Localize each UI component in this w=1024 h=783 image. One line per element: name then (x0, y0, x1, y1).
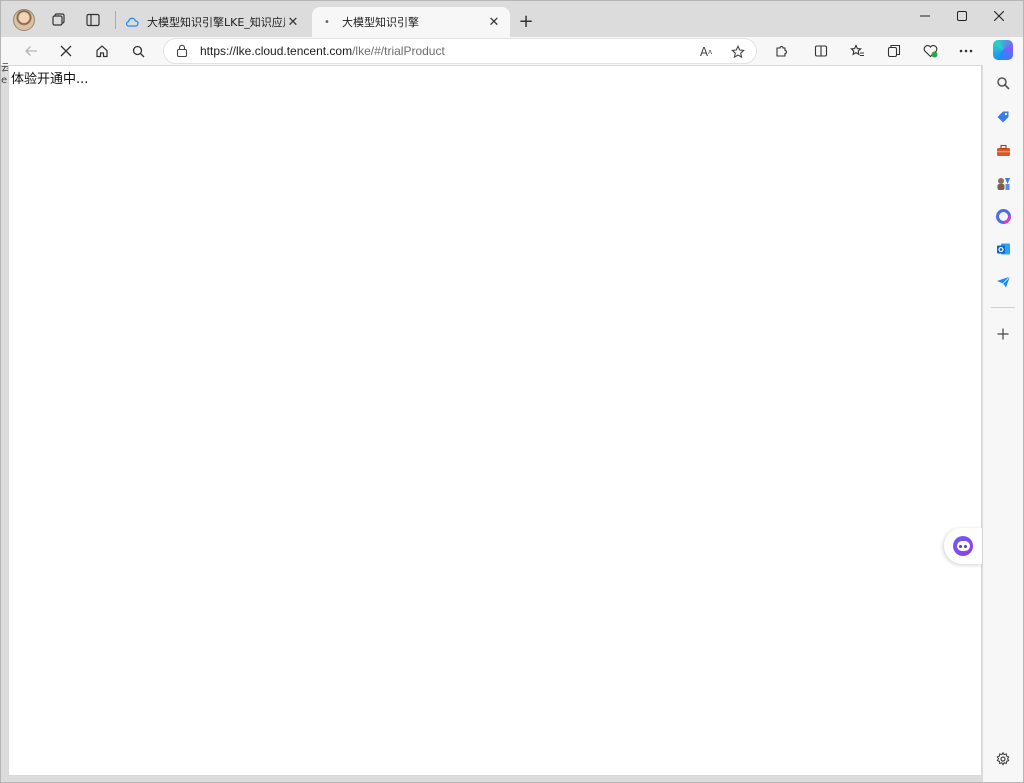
tab-strip: 大模型知识引擎LKE_知识应用搭建 ✕ • 大模型知识引擎 ✕ + (1, 1, 1023, 37)
more-menu-icon[interactable] (951, 37, 981, 65)
workspaces-icon[interactable] (45, 6, 73, 34)
copilot-icon[interactable] (989, 36, 1017, 64)
collections-icon[interactable] (879, 37, 909, 65)
favorite-star-icon[interactable] (727, 42, 749, 62)
browser-essentials-icon[interactable] (915, 37, 945, 65)
games-icon[interactable] (989, 169, 1017, 197)
maximize-button[interactable] (943, 1, 981, 31)
url-text: https://lke.cloud.tencent.com/lke/#/tria… (200, 44, 445, 58)
toolbox-icon[interactable] (989, 136, 1017, 164)
minimize-button[interactable] (906, 1, 944, 31)
close-icon[interactable]: ✕ (486, 14, 502, 30)
web-page-content: 体验开通中... (8, 65, 982, 776)
tab-lke-app[interactable]: 大模型知识引擎LKE_知识应用搭建 ✕ (117, 7, 309, 37)
edge-sidebar (983, 37, 1023, 782)
read-aloud-icon[interactable]: Aʌ (695, 42, 717, 62)
browser-window: 大模型知识引擎LKE_知识应用搭建 ✕ • 大模型知识引擎 ✕ + (0, 0, 1024, 783)
stop-loading-icon[interactable] (51, 37, 81, 65)
office-icon[interactable] (989, 202, 1017, 230)
navigation-toolbar: https://lke.cloud.tencent.com/lke/#/tria… (1, 37, 1023, 65)
bot-icon (953, 536, 973, 556)
url-path: /lke/#/trialProduct (352, 44, 445, 58)
profile-avatar[interactable] (13, 9, 35, 31)
home-icon[interactable] (87, 37, 117, 65)
send-icon[interactable] (989, 268, 1017, 296)
outlook-icon[interactable] (989, 235, 1017, 263)
favorites-icon[interactable] (842, 37, 872, 65)
assistant-float-button[interactable] (944, 528, 982, 564)
settings-icon[interactable] (989, 745, 1017, 773)
close-window-button[interactable] (980, 1, 1018, 31)
tab-title: 大模型知识引擎LKE_知识应用搭建 (147, 16, 285, 29)
add-icon[interactable] (989, 320, 1017, 348)
cloud-icon (125, 15, 139, 29)
tab-lke-active[interactable]: • 大模型知识引擎 ✕ (312, 7, 510, 37)
new-tab-button[interactable]: + (513, 9, 539, 33)
close-icon[interactable]: ✕ (285, 14, 301, 30)
split-screen-icon[interactable] (806, 37, 836, 65)
url-host: https://lke.cloud.tencent.com (200, 44, 353, 58)
vertical-tabs-icon[interactable] (79, 6, 107, 34)
sidebar-divider (991, 307, 1015, 308)
loading-dot-icon: • (324, 16, 330, 28)
tab-divider (115, 11, 116, 29)
tag-icon[interactable] (989, 103, 1017, 131)
search-icon[interactable] (989, 69, 1017, 97)
background-window-fragment: 云 e (1, 63, 8, 86)
search-icon[interactable] (123, 37, 153, 65)
back-icon[interactable] (16, 37, 46, 65)
lock-icon[interactable] (176, 42, 188, 61)
extensions-icon[interactable] (766, 37, 796, 65)
tab-title: 大模型知识引擎 (342, 16, 419, 29)
trial-status-text: 体验开通中... (11, 72, 89, 87)
address-bar[interactable]: https://lke.cloud.tencent.com/lke/#/tria… (163, 38, 757, 64)
